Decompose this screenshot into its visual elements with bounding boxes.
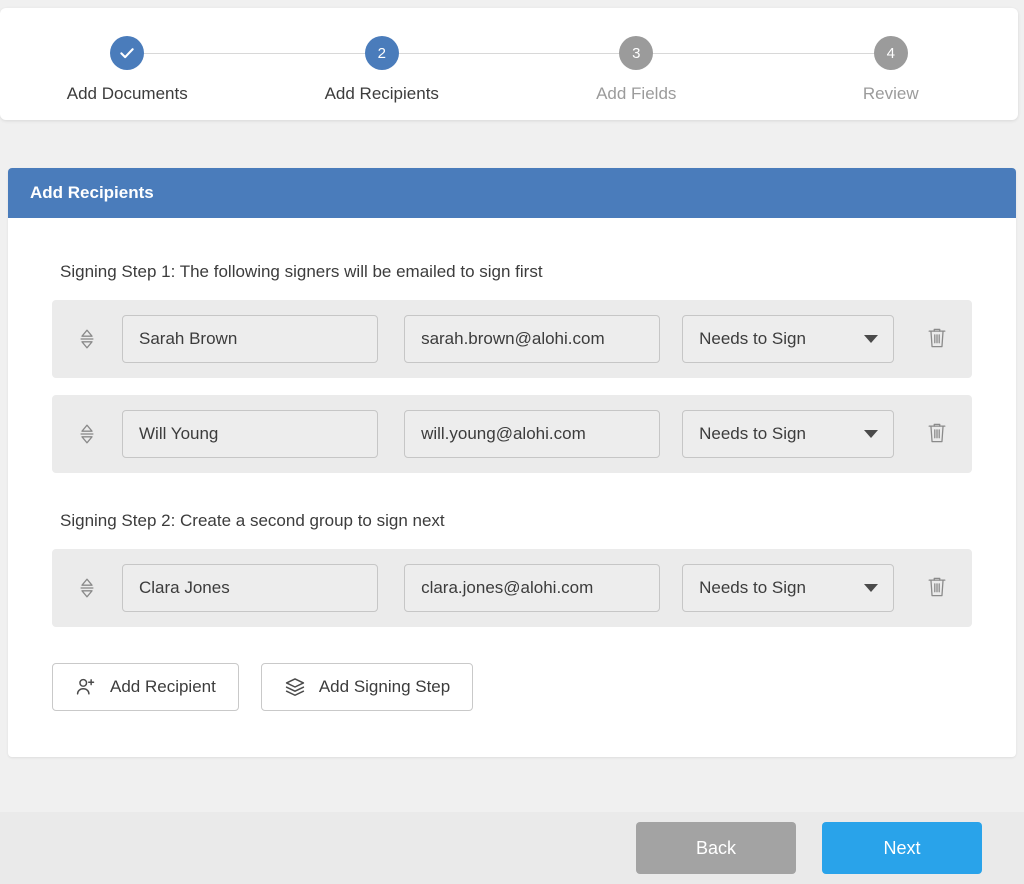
add-signing-step-label: Add Signing Step (319, 677, 450, 697)
trash-icon (926, 575, 948, 602)
stepper-step-4[interactable]: 4 Review (764, 36, 1019, 104)
delete-recipient-button[interactable] (920, 417, 954, 451)
signing-step-title: Signing Step 1: The following signers wi… (60, 262, 972, 282)
stepper-connector (382, 53, 637, 54)
panel-header: Add Recipients (8, 168, 1016, 218)
recipient-role-value: Needs to Sign (699, 329, 806, 349)
recipient-row: Needs to Sign (52, 300, 972, 378)
back-button[interactable]: Back (636, 822, 796, 874)
trash-icon (926, 421, 948, 448)
signing-step-title: Signing Step 2: Create a second group to… (60, 511, 972, 531)
delete-recipient-button[interactable] (920, 322, 954, 356)
recipient-role-value: Needs to Sign (699, 424, 806, 444)
recipient-role-select[interactable]: Needs to Sign (682, 315, 894, 363)
recipient-name-input[interactable] (122, 564, 378, 612)
stepper-number: 3 (619, 36, 653, 70)
next-button[interactable]: Next (822, 822, 982, 874)
stepper-label: Add Fields (596, 84, 676, 104)
wizard-footer: Back Next (0, 812, 1024, 884)
recipient-name-input[interactable] (122, 410, 378, 458)
stepper-label: Add Documents (67, 84, 188, 104)
recipient-row: Needs to Sign (52, 549, 972, 627)
reorder-handle-icon[interactable] (74, 327, 100, 351)
layers-icon (284, 676, 306, 698)
recipient-role-select[interactable]: Needs to Sign (682, 410, 894, 458)
recipient-row: Needs to Sign (52, 395, 972, 473)
recipient-email-input[interactable] (404, 315, 660, 363)
stepper-number: 2 (365, 36, 399, 70)
recipient-email-input[interactable] (404, 564, 660, 612)
reorder-handle-icon[interactable] (74, 422, 100, 446)
stepper-number: 4 (874, 36, 908, 70)
add-recipients-panel: Add Recipients Signing Step 1: The follo… (8, 168, 1016, 757)
reorder-handle-icon[interactable] (74, 576, 100, 600)
stepper-card: Add Documents 2 Add Recipients 3 Add Fields 4… (0, 8, 1018, 120)
progress-stepper: Add Documents 2 Add Recipients 3 Add Fields 4… (0, 8, 1018, 120)
recipient-name-input[interactable] (122, 315, 378, 363)
stepper-label: Review (863, 84, 919, 104)
signing-steps-list: Signing Step 1: The following signers wi… (52, 262, 972, 627)
stepper-step-2[interactable]: 2 Add Recipients (255, 36, 510, 104)
add-recipient-button[interactable]: Add Recipient (52, 663, 239, 711)
add-recipient-label: Add Recipient (110, 677, 216, 697)
stepper-label: Add Recipients (325, 84, 439, 104)
delete-recipient-button[interactable] (920, 571, 954, 605)
stepper-step-1[interactable]: Add Documents (0, 36, 255, 104)
trash-icon (926, 326, 948, 353)
add-signing-step-button[interactable]: Add Signing Step (261, 663, 473, 711)
user-plus-icon (75, 676, 97, 698)
stepper-step-3[interactable]: 3 Add Fields (509, 36, 764, 104)
check-icon (110, 36, 144, 70)
stepper-connector (636, 53, 891, 54)
stepper-connector (127, 53, 382, 54)
action-buttons: Add Recipient Add Signing Step (52, 663, 972, 711)
panel-body: Signing Step 1: The following signers wi… (8, 218, 1016, 757)
recipient-role-value: Needs to Sign (699, 578, 806, 598)
recipient-email-input[interactable] (404, 410, 660, 458)
recipient-role-select[interactable]: Needs to Sign (682, 564, 894, 612)
panel-title: Add Recipients (30, 183, 154, 203)
